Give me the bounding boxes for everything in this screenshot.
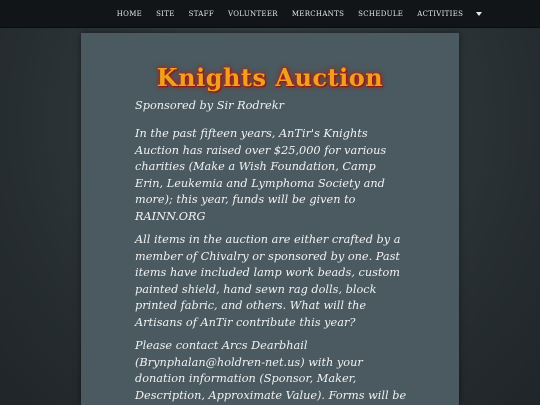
nav-item-site[interactable]: Site — [149, 10, 182, 18]
top-navigation: Home Site Staff Volunteer Merchants Sche… — [0, 0, 540, 28]
paragraph-contact: Please contact Arcs Dearbhail (Brynphala… — [135, 339, 407, 402]
paragraph-items: All items in the auction are either craf… — [135, 233, 401, 329]
page-title: Knights Auction — [156, 63, 384, 92]
nav-list: Home Site Staff Volunteer Merchants Sche… — [110, 10, 483, 18]
nav-item-staff[interactable]: Staff — [182, 10, 221, 18]
nav-item-home[interactable]: Home — [110, 10, 149, 18]
content-panel: Knights Auction Sponsored by Sir Rodrekr… — [81, 33, 459, 405]
nav-item-merchants[interactable]: Merchants — [285, 10, 351, 18]
paragraph-history: In the past fifteen years, AnTir's Knigh… — [135, 127, 387, 223]
nav-item-activities[interactable]: Activities — [410, 10, 470, 18]
nav-item-volunteer[interactable]: Volunteer — [221, 10, 285, 18]
chevron-down-icon[interactable] — [476, 11, 483, 16]
nav-item-schedule[interactable]: Schedule — [351, 10, 410, 18]
sponsor-line: Sponsored by Sir Rodrekr — [135, 99, 284, 112]
